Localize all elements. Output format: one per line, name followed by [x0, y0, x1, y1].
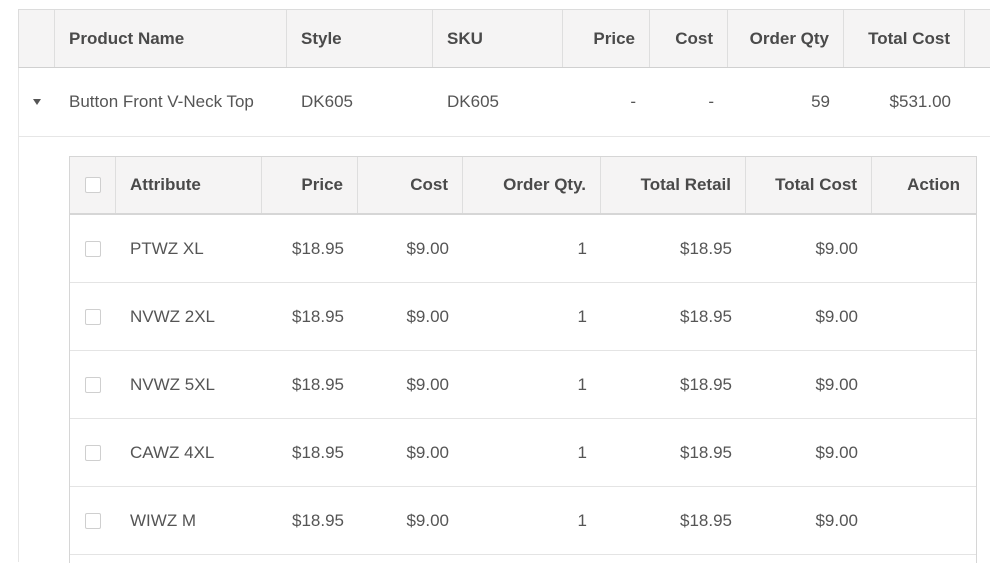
product-sku: DK605 — [447, 92, 499, 111]
attribute-cost: $9.00 — [406, 374, 449, 394]
attribute-price: $18.95 — [292, 374, 344, 394]
attribute-cost: $9.00 — [406, 510, 449, 530]
row-select-cell — [70, 351, 116, 418]
attribute-qty: 1 — [577, 374, 587, 394]
row-select-cell — [70, 283, 116, 350]
col-sku[interactable]: SKU — [433, 10, 563, 67]
attribute-name: PTWZ XL — [130, 238, 204, 258]
row-checkbox[interactable] — [85, 512, 101, 529]
row-select-cell — [70, 215, 116, 282]
attribute-action — [872, 419, 974, 486]
row-select-cell — [70, 487, 116, 554]
product-name: Button Front V-Neck Top — [69, 92, 254, 111]
expand-column-header — [19, 10, 55, 67]
col-attr-order-qty[interactable]: Order Qty. — [463, 157, 601, 213]
detail-panel: Attribute Price Cost Order Qty. Total Re… — [18, 135, 990, 563]
attribute-row[interactable]: NVWZ 2XL $18.95 $9.00 1 $18.95 $9.00 — [70, 283, 976, 351]
attribute-grid: Attribute Price Cost Order Qty. Total Re… — [69, 156, 977, 563]
expand-toggle[interactable] — [19, 68, 55, 136]
product-price: - — [630, 92, 636, 111]
product-style: DK605 — [301, 92, 353, 111]
row-checkbox[interactable] — [85, 376, 101, 393]
attribute-grid-header: Attribute Price Cost Order Qty. Total Re… — [70, 157, 976, 215]
product-row[interactable]: Button Front V-Neck Top DK605 DK605 - - … — [18, 68, 990, 137]
select-all-cell — [70, 157, 116, 213]
attribute-price: $18.95 — [292, 442, 344, 462]
select-all-checkbox[interactable] — [84, 177, 101, 193]
col-cost[interactable]: Cost — [650, 10, 728, 67]
attribute-action — [872, 215, 974, 282]
col-attr-total-cost[interactable]: Total Cost — [746, 157, 872, 213]
attribute-price: $18.95 — [292, 306, 344, 326]
attribute-qty: 1 — [577, 510, 587, 530]
attribute-price: $18.95 — [292, 510, 344, 530]
attribute-total-retail: $18.95 — [680, 374, 732, 394]
attribute-total-cost: $9.00 — [815, 442, 858, 462]
attribute-total-cost: $9.00 — [815, 238, 858, 258]
attribute-total-cost: $9.00 — [815, 374, 858, 394]
attribute-row[interactable]: WIWZ M $18.95 $9.00 1 $18.95 $9.00 — [70, 487, 976, 555]
attribute-action — [872, 283, 974, 350]
product-grid: Product Name Style SKU Price Cost Order … — [18, 9, 990, 137]
col-order-qty[interactable]: Order Qty — [728, 10, 844, 67]
col-total-cost[interactable]: Total Cost — [844, 10, 965, 67]
attribute-total-retail: $18.95 — [680, 442, 732, 462]
col-price[interactable]: Price — [563, 10, 650, 67]
product-total-cost: $531.00 — [889, 92, 951, 111]
attribute-total-retail: $18.95 — [680, 306, 732, 326]
attribute-total-cost: $9.00 — [815, 510, 858, 530]
attribute-qty: 1 — [577, 238, 587, 258]
attribute-total-retail: $18.95 — [680, 238, 732, 258]
row-select-cell — [70, 419, 116, 486]
attribute-action — [872, 487, 974, 554]
attribute-name: NVWZ 2XL — [130, 306, 216, 326]
row-checkbox[interactable] — [85, 308, 101, 325]
col-attr-cost[interactable]: Cost — [358, 157, 463, 213]
attribute-qty: 1 — [577, 306, 587, 326]
product-order-qty: 59 — [811, 92, 830, 111]
product-cost: - — [708, 92, 714, 111]
attribute-cost: $9.00 — [406, 238, 449, 258]
attribute-total-retail: $18.95 — [680, 510, 732, 530]
attribute-action — [872, 351, 974, 418]
col-action[interactable]: Action — [872, 157, 974, 213]
attribute-row[interactable]: PTWZ XL $18.95 $9.00 1 $18.95 $9.00 — [70, 215, 976, 283]
attribute-name: WIWZ M — [130, 510, 197, 530]
attribute-name: CAWZ 4XL — [130, 442, 215, 462]
caret-down-icon — [33, 99, 41, 105]
attribute-cost: $9.00 — [406, 442, 449, 462]
attribute-cost: $9.00 — [406, 306, 449, 326]
col-attr-price[interactable]: Price — [262, 157, 358, 213]
row-checkbox[interactable] — [85, 240, 101, 257]
attribute-row[interactable]: CAWZ 4XL $18.95 $9.00 1 $18.95 $9.00 — [70, 419, 976, 487]
col-style[interactable]: Style — [287, 10, 433, 67]
col-attribute[interactable]: Attribute — [116, 157, 262, 213]
attribute-qty: 1 — [577, 442, 587, 462]
product-grid-header: Product Name Style SKU Price Cost Order … — [18, 9, 990, 68]
attribute-name: NVWZ 5XL — [130, 374, 216, 394]
col-product-name[interactable]: Product Name — [55, 10, 287, 67]
col-attr-total-retail[interactable]: Total Retail — [601, 157, 746, 213]
row-checkbox[interactable] — [85, 444, 101, 461]
attribute-price: $18.95 — [292, 238, 344, 258]
attribute-row[interactable]: NVWZ 5XL $18.95 $9.00 1 $18.95 $9.00 — [70, 351, 976, 419]
attribute-total-cost: $9.00 — [815, 306, 858, 326]
